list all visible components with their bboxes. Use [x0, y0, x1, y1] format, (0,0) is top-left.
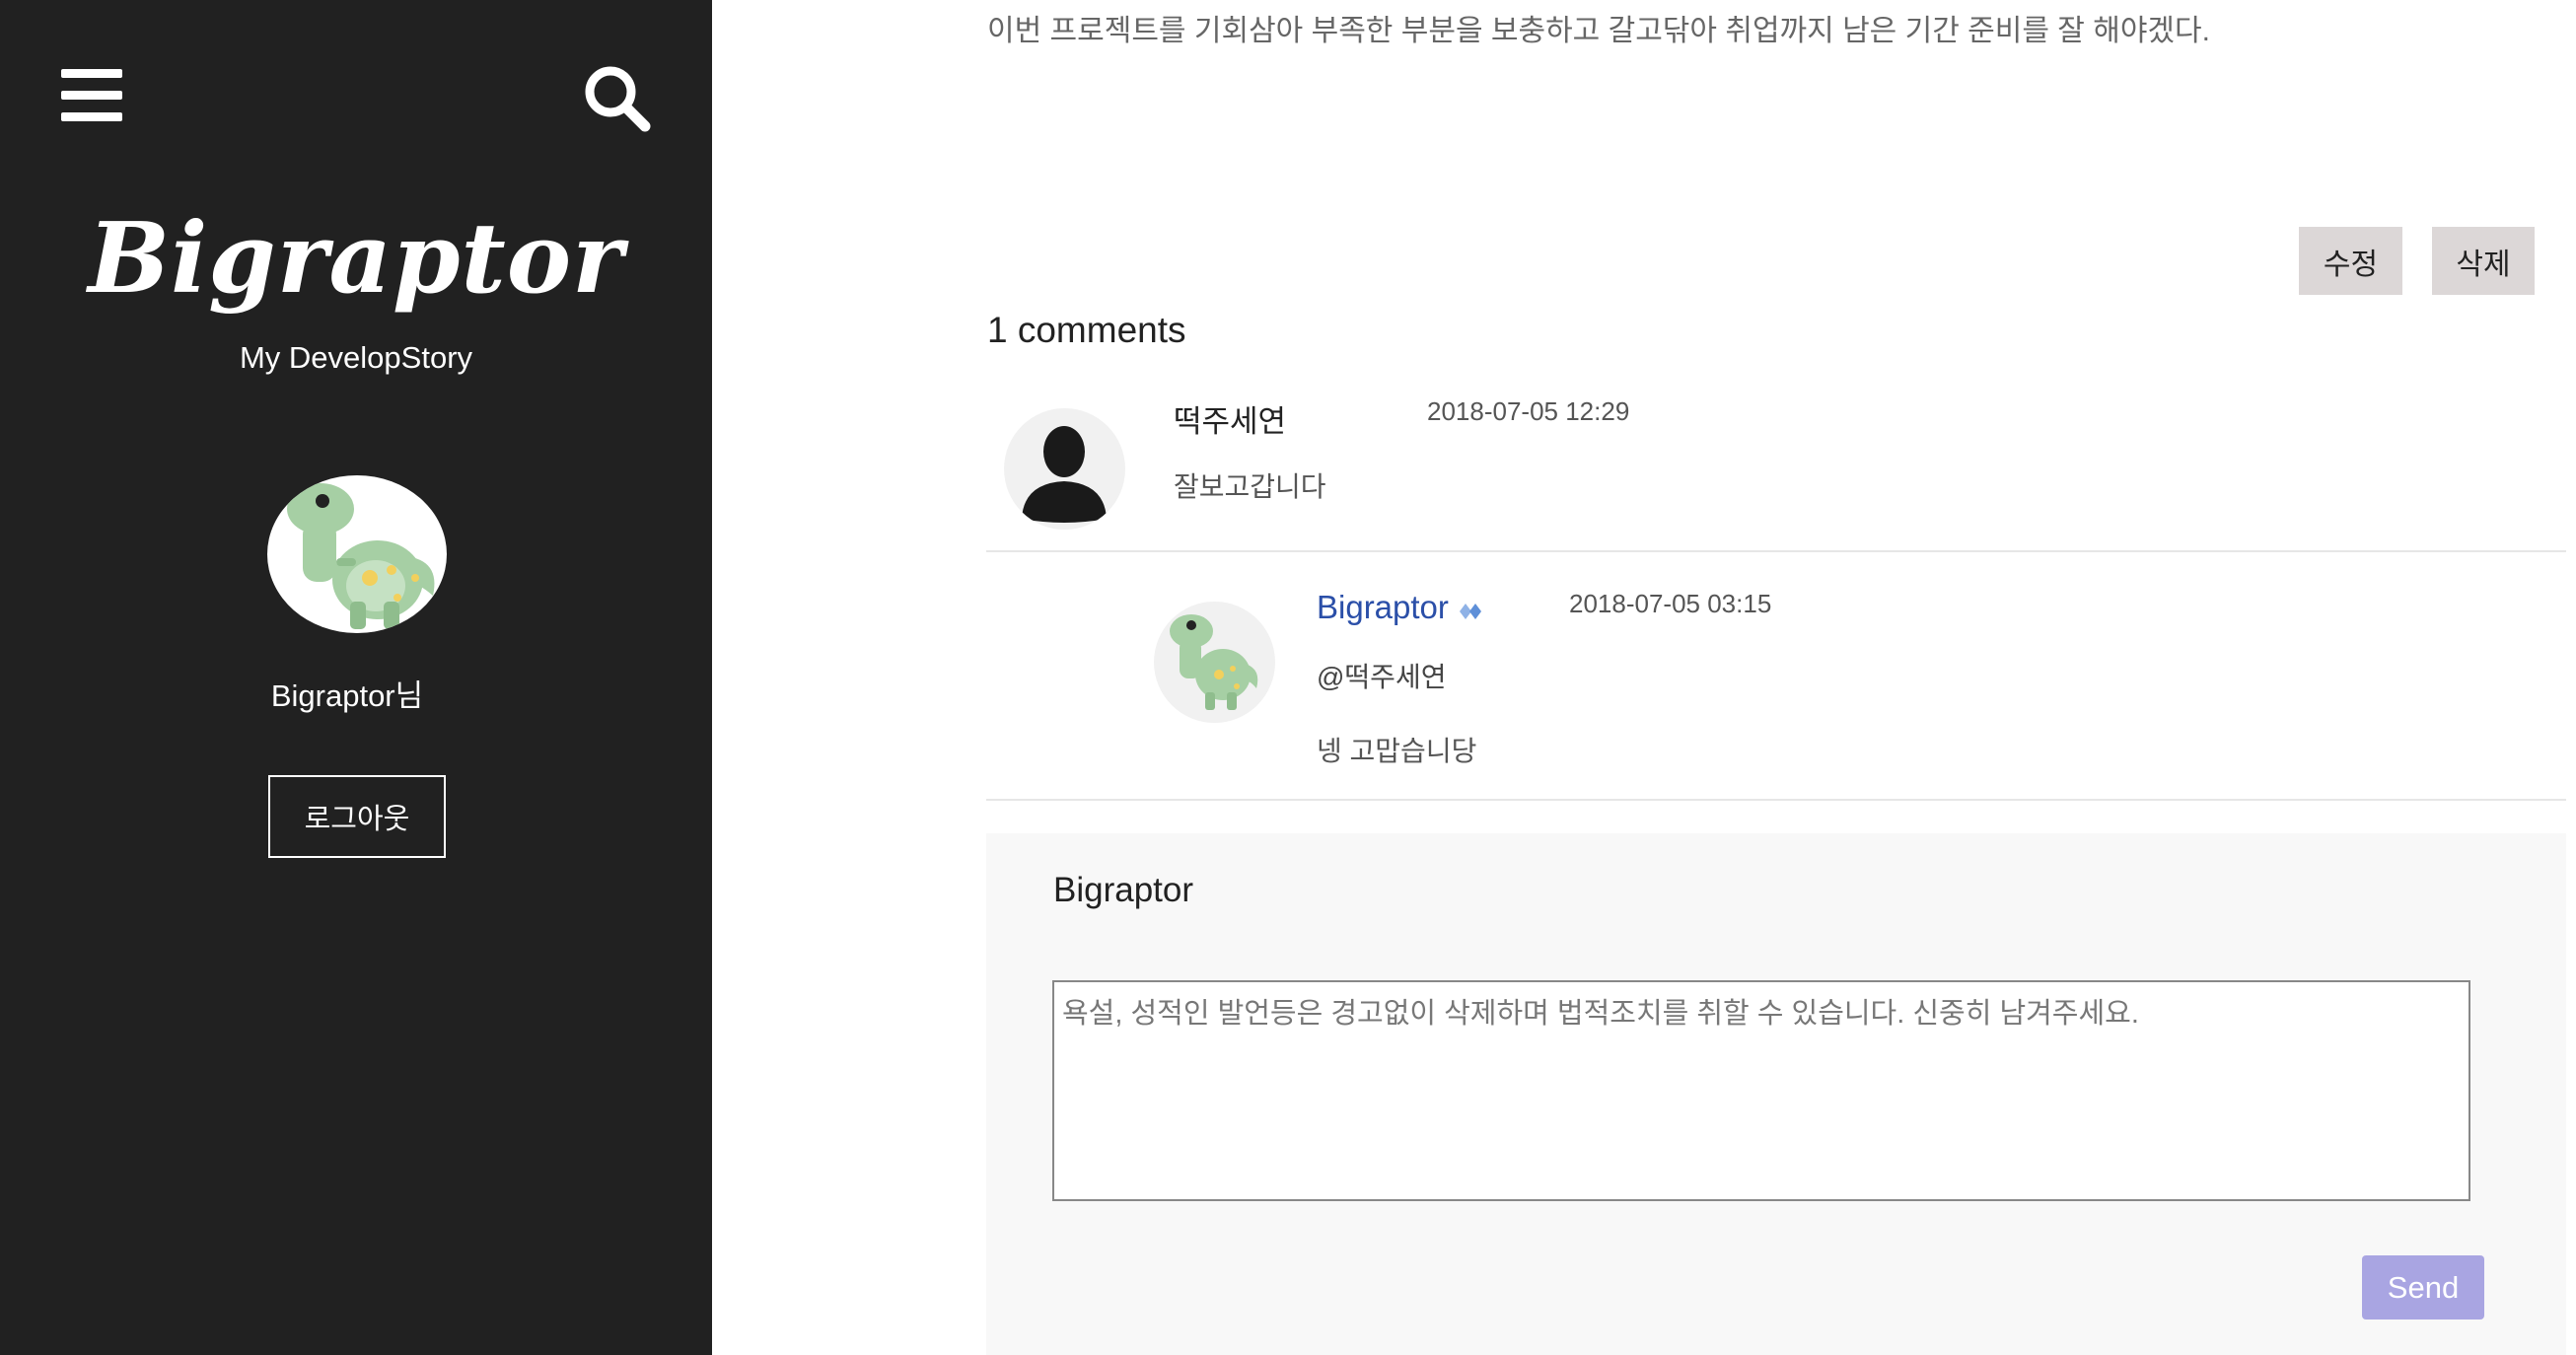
comment-input[interactable]: [1052, 980, 2470, 1201]
dinosaur-icon: [1170, 614, 1258, 710]
hamburger-menu-icon[interactable]: [61, 67, 122, 122]
dinosaur-icon: [287, 483, 435, 629]
reply-mention: @떡주세연: [1317, 662, 1447, 692]
comment-divider: [986, 550, 2566, 552]
reply-divider: [986, 799, 2566, 801]
page-root: Bigraptor My DevelopStory Bigraptor님 로그아…: [0, 0, 2576, 1355]
default-user-avatar: [1004, 408, 1125, 530]
reply-author-avatar: [1154, 602, 1275, 723]
profile-avatar: [267, 475, 447, 633]
edit-post-button[interactable]: 수정: [2299, 227, 2402, 295]
profile-name: Bigraptor님: [270, 678, 424, 713]
comment-author: 떡주세연: [1174, 404, 1287, 439]
blog-subtitle: My DevelopStory: [239, 340, 473, 375]
logout-button[interactable]: 로그아웃: [268, 775, 446, 858]
user-silhouette-icon: [1022, 426, 1107, 523]
reply-text: 넹 고맙습니당: [1317, 736, 1477, 766]
sidebar: Bigraptor My DevelopStory Bigraptor님 로그아…: [0, 0, 712, 1355]
search-icon[interactable]: [582, 63, 653, 134]
reply-date: 2018-07-05 03:15: [1569, 589, 1772, 618]
delete-post-button[interactable]: 삭제: [2432, 227, 2535, 295]
reply-author-link[interactable]: Bigraptor: [1317, 589, 1449, 626]
comment-date: 2018-07-05 12:29: [1427, 396, 1630, 426]
comment-form: Bigraptor Send: [986, 833, 2566, 1355]
comment-form-user: Bigraptor: [1053, 871, 1194, 909]
owner-badge-icon: [1460, 604, 1481, 619]
send-button[interactable]: Send: [2362, 1255, 2484, 1319]
comment-text: 잘보고갑니다: [1174, 471, 1326, 502]
post-body-text: 이번 프로젝트를 기회삼아 부족한 부분을 보충하고 갈고닦아 취업까지 남은 …: [987, 15, 2210, 47]
blog-title[interactable]: Bigraptor: [0, 202, 712, 316]
comments-count: 1 comments: [987, 310, 1186, 350]
